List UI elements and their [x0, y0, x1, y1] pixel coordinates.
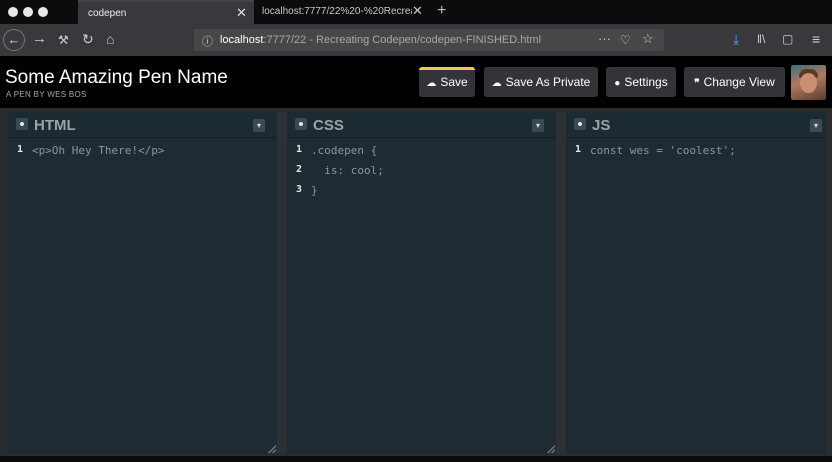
url-host: localhost	[220, 34, 264, 46]
close-window-button[interactable]	[8, 7, 18, 17]
pen-title[interactable]: Some Amazing Pen Name	[5, 67, 228, 89]
code-area[interactable]: 1 const wes = 'coolest';	[566, 144, 826, 164]
save-label: Save	[440, 75, 468, 89]
back-button[interactable]: ←	[3, 29, 25, 51]
code-area[interactable]: 1 <p>Oh Hey There!</p>	[8, 144, 277, 164]
code-text: is: cool;	[311, 164, 384, 177]
change-view-label: Change View	[703, 75, 775, 89]
editor-settings-icon[interactable]	[295, 118, 307, 130]
code-line: 1 <p>Oh Hey There!</p>	[8, 144, 277, 164]
avatar[interactable]	[791, 65, 826, 100]
editor-header: JS ▾	[566, 112, 826, 138]
change-view-button[interactable]: ❞ Change View	[684, 67, 785, 97]
bookmark-star-icon[interactable]: ☆	[642, 32, 654, 46]
settings-button[interactable]: ● Settings	[606, 67, 676, 97]
download-icon[interactable]: ⤓	[733, 32, 739, 46]
line-number: 1	[296, 144, 303, 155]
code-text: .codepen {	[311, 144, 378, 157]
editor-js[interactable]: JS ▾ 1 const wes = 'coolest';	[566, 112, 826, 454]
code-area[interactable]: 1 .codepen { 2 is: cool; 3 }	[287, 144, 556, 204]
chevron-down-icon[interactable]: ▾	[253, 119, 265, 132]
tab-close-icon[interactable]: ✕	[236, 6, 247, 20]
settings-label: Settings	[624, 75, 668, 89]
editor-divider[interactable]	[277, 112, 287, 454]
save-accent-bar	[419, 67, 475, 70]
tab-close-icon[interactable]: ✕	[412, 4, 423, 18]
code-line: 3 }	[287, 184, 556, 204]
editor-settings-icon[interactable]	[16, 118, 28, 130]
code-text: }	[311, 184, 318, 197]
cloud-icon: ☁	[426, 78, 437, 89]
save-button[interactable]: ☁ Save	[419, 67, 475, 97]
forward-icon[interactable]: →	[32, 31, 47, 46]
pen-author: A PEN BY WES BOS	[6, 90, 87, 99]
layout-icon: ❞	[694, 78, 700, 89]
browser-nav-bar: ← → ⚒ ↻ ⌂ ⓘ localhost:7777/22 - Recreati…	[0, 24, 832, 56]
resize-handle[interactable]	[547, 445, 555, 453]
menu-icon[interactable]: ≡	[812, 32, 820, 46]
maximize-window-button[interactable]	[38, 7, 48, 17]
editor-title: CSS	[313, 117, 344, 134]
editor-title: JS	[592, 117, 611, 134]
tab-localhost[interactable]: localhost:7777/22%20-%20Recreati ✕	[254, 0, 430, 24]
editor-html[interactable]: HTML ▾ 1 <p>Oh Hey There!</p>	[8, 112, 277, 454]
wrench-icon[interactable]: ⚒	[58, 33, 69, 47]
code-line: 1 const wes = 'coolest';	[566, 144, 826, 164]
line-number: 3	[296, 184, 303, 195]
line-number: 1	[575, 144, 582, 155]
save-as-private-button[interactable]: ☁ Save As Private	[484, 67, 598, 97]
gear-icon: ●	[614, 78, 621, 89]
minimize-window-button[interactable]	[23, 7, 33, 17]
editor-divider[interactable]	[556, 112, 566, 454]
tab-codepen[interactable]: codepen ✕	[78, 0, 254, 24]
code-text: const wes = 'coolest';	[590, 144, 736, 157]
chevron-down-icon[interactable]: ▾	[810, 119, 822, 132]
pen-header: Some Amazing Pen Name A PEN BY WES BOS ☁…	[0, 56, 832, 108]
editor-header: CSS ▾	[287, 112, 556, 138]
home-icon[interactable]: ⌂	[106, 32, 114, 46]
avatar-face	[800, 73, 817, 93]
editor-settings-icon[interactable]	[574, 118, 586, 130]
info-icon[interactable]: ⓘ	[202, 33, 213, 49]
line-number: 1	[17, 144, 24, 155]
save-private-label: Save As Private	[505, 75, 591, 89]
tab-label: codepen	[88, 8, 127, 19]
code-text: <p>Oh Hey There!</p>	[32, 144, 165, 157]
browser-tab-strip: codepen ✕ localhost:7777/22%20-%20Recrea…	[0, 0, 832, 24]
url-bar[interactable]: ⓘ localhost:7777/22 - Recreating Codepen…	[194, 29, 664, 51]
code-line: 1 .codepen {	[287, 144, 556, 164]
editor-css[interactable]: CSS ▾ 1 .codepen { 2 is: cool; 3 }	[287, 112, 556, 454]
library-icon[interactable]: ‖\	[757, 32, 765, 46]
cloud-icon: ☁	[491, 78, 502, 89]
new-tab-button[interactable]: +	[437, 2, 446, 20]
chevron-down-icon[interactable]: ▾	[532, 119, 544, 132]
pocket-icon[interactable]: ♡	[620, 33, 631, 47]
url-text: localhost:7777/22 - Recreating Codepen/c…	[220, 34, 541, 46]
bottom-edge	[0, 456, 832, 462]
line-number: 2	[296, 164, 303, 175]
code-line: 2 is: cool;	[287, 164, 556, 184]
tab-label: localhost:7777/22%20-%20Recreati	[262, 6, 412, 17]
resize-handle[interactable]	[268, 445, 276, 453]
url-path: :7777/22 - Recreating Codepen/codepen-FI…	[263, 34, 542, 46]
editors-area: HTML ▾ 1 <p>Oh Hey There!</p> CSS ▾ 1 .c…	[0, 108, 832, 456]
reload-icon[interactable]: ↻	[82, 32, 94, 46]
more-icon[interactable]: ···	[598, 32, 611, 46]
editor-header: HTML ▾	[8, 112, 277, 138]
editor-title: HTML	[34, 117, 76, 134]
sidebar-icon[interactable]: ▢	[782, 32, 793, 46]
